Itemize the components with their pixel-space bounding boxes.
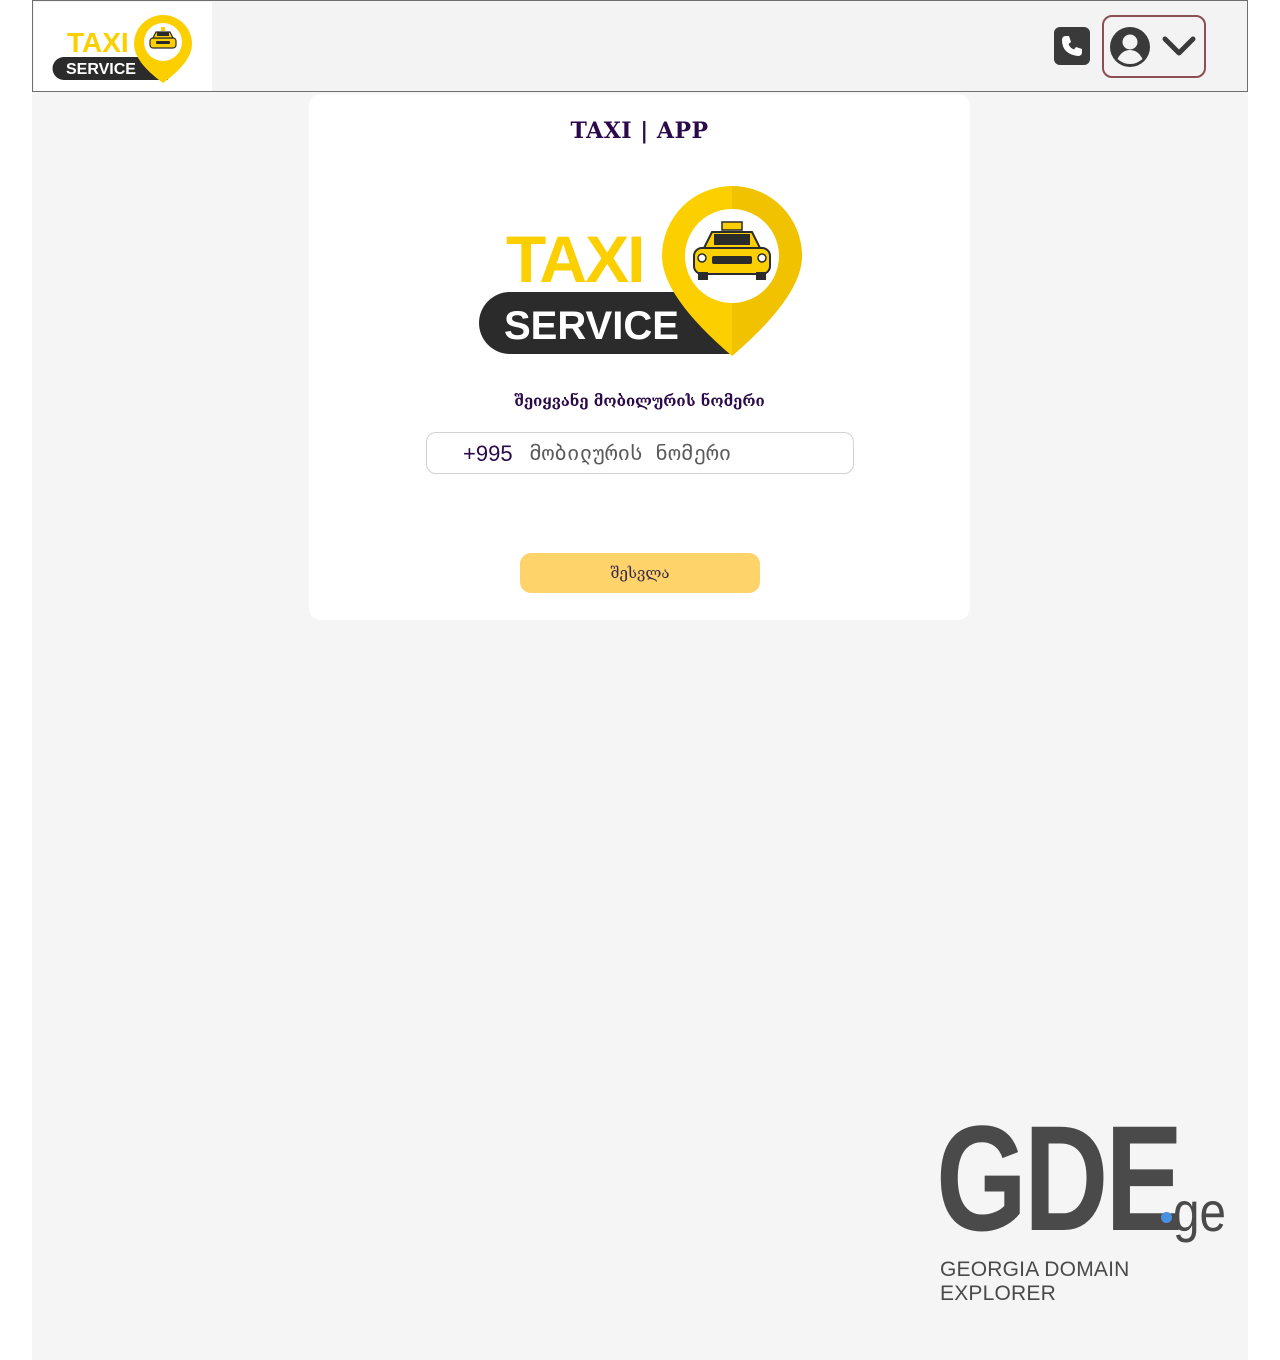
country-code: +995 [463,441,513,466]
user-menu-button[interactable] [1102,15,1206,78]
call-button[interactable] [1054,27,1090,65]
watermark-tld: ge [1173,1180,1226,1243]
watermark-dot [1161,1212,1172,1223]
phone-label: შეიყვანე მობილურის ნომერი [514,392,765,410]
chevron-down-icon [1162,36,1196,56]
gde-watermark: GDE ge GEORGIA DOMAIN EXPLORER [936,1094,1248,1305]
main-logo-text-taxi: TAXI [506,222,643,296]
login-button[interactable]: შესვლა [520,553,760,593]
user-circle-icon [1110,27,1150,67]
top-header: TAXI SERVICE [32,0,1248,92]
logo-text-service: SERVICE [66,61,136,78]
phone-field: +995 [426,432,854,474]
watermark-subtitle: GEORGIA DOMAIN EXPLORER [940,1258,1130,1305]
main-logo: TAXI SERVICE [479,186,802,356]
phone-icon [1062,36,1082,56]
main-logo-text-service: SERVICE [504,304,679,348]
phone-input[interactable] [529,437,839,469]
watermark-title: GDE [936,1094,1183,1262]
page-title: TAXI | APP [570,118,709,144]
logo-text-taxi: TAXI [67,27,129,58]
login-card: TAXI | APP TAXI SERVICE შეიყვანე მობილურ… [309,94,970,620]
taxi-service-logo: TAXI SERVICE [52,15,192,83]
header-logo-link[interactable]: TAXI SERVICE [34,2,212,91]
